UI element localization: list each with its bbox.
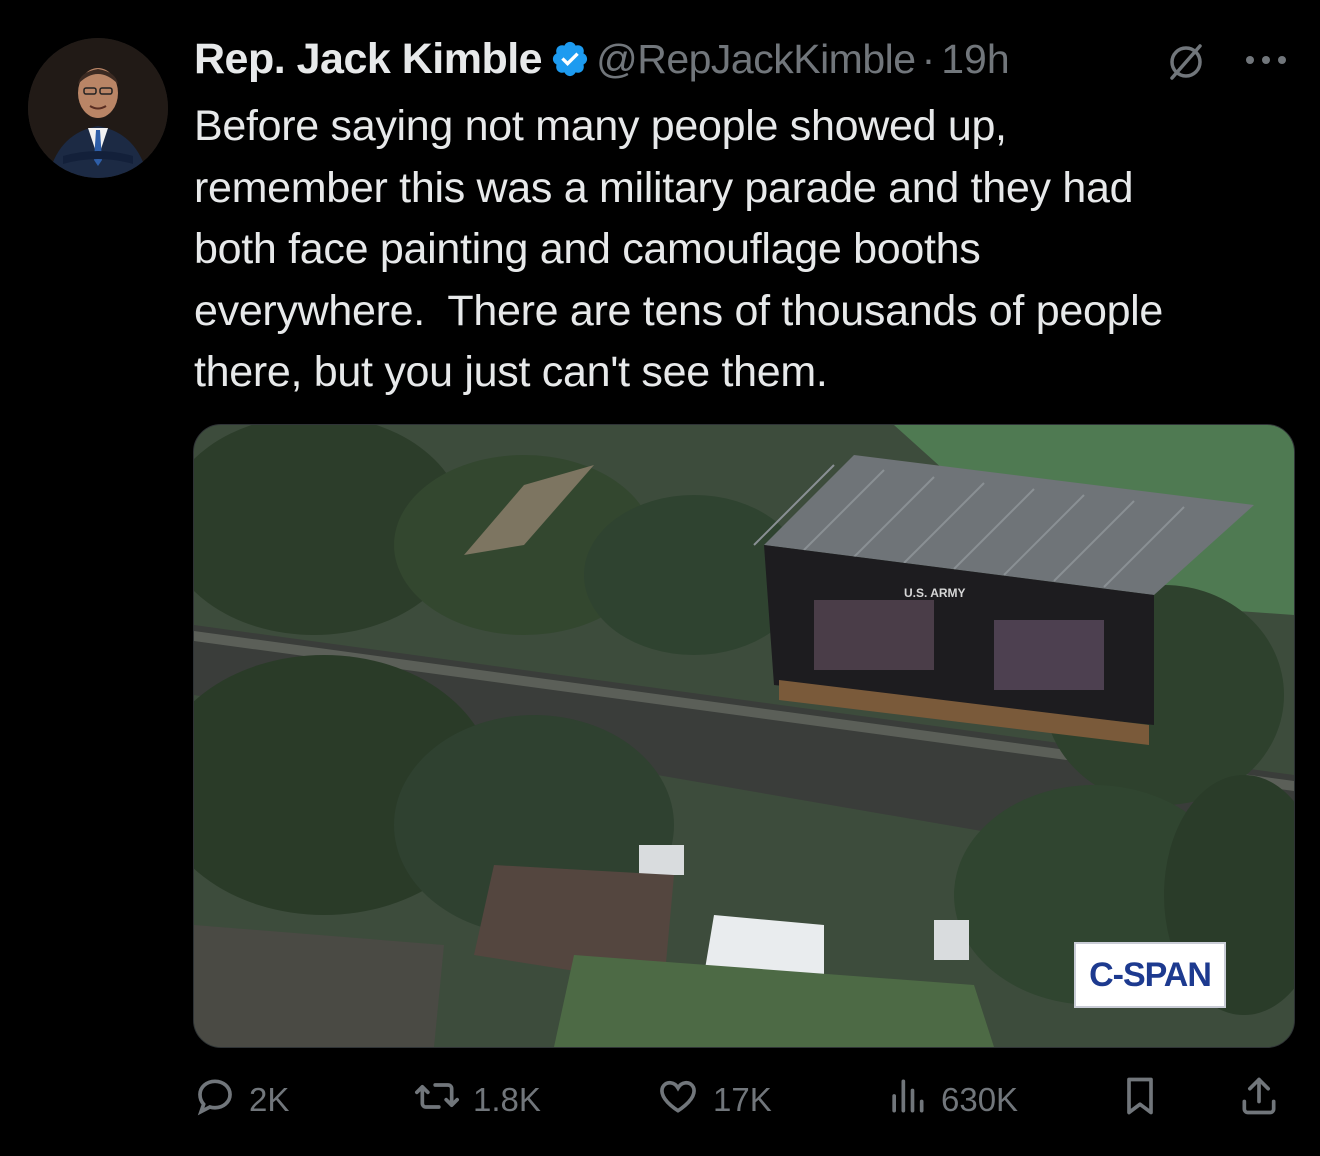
like-icon <box>655 1074 713 1126</box>
bookmark-button[interactable] <box>1118 1070 1174 1130</box>
tweet-text: Before saying not many people showed up,… <box>194 102 1164 396</box>
share-button[interactable] <box>1237 1070 1293 1130</box>
share-icon <box>1237 1074 1293 1126</box>
author-avatar[interactable] <box>28 38 168 178</box>
views-icon <box>885 1074 941 1126</box>
views-count: 630K <box>941 1081 1019 1118</box>
stage-sign-text: U.S. ARMY <box>904 586 966 600</box>
cspan-watermark: C-SPAN <box>1074 942 1226 1008</box>
like-count: 17K <box>713 1081 772 1118</box>
repost-button[interactable]: 1.8K <box>413 1070 541 1130</box>
grok-icon[interactable] <box>1164 40 1208 84</box>
author-name[interactable]: Rep. Jack Kimble <box>194 35 543 84</box>
author-handle[interactable]: @RepJackKimble <box>596 36 916 83</box>
tweet-header: Rep. Jack Kimble @RepJackKimble · 19h <box>194 30 1304 88</box>
tweet-actions: 2K 1.8K 17K 630K <box>193 1070 1293 1130</box>
reply-button[interactable]: 2K <box>193 1070 289 1130</box>
like-button[interactable]: 17K <box>655 1070 772 1130</box>
repost-count: 1.8K <box>473 1081 541 1118</box>
views-button[interactable]: 630K <box>885 1070 1018 1130</box>
timestamp[interactable]: 19h <box>941 36 1009 83</box>
verified-badge-icon <box>550 39 590 79</box>
bookmark-icon <box>1118 1074 1174 1126</box>
repost-icon <box>413 1074 473 1126</box>
reply-count: 2K <box>249 1081 290 1118</box>
tweet-media-image[interactable]: U.S. ARMY C-SPAN <box>193 424 1295 1048</box>
separator-dot: · <box>921 35 936 82</box>
more-icon[interactable] <box>1240 40 1292 80</box>
reply-icon <box>193 1074 249 1126</box>
